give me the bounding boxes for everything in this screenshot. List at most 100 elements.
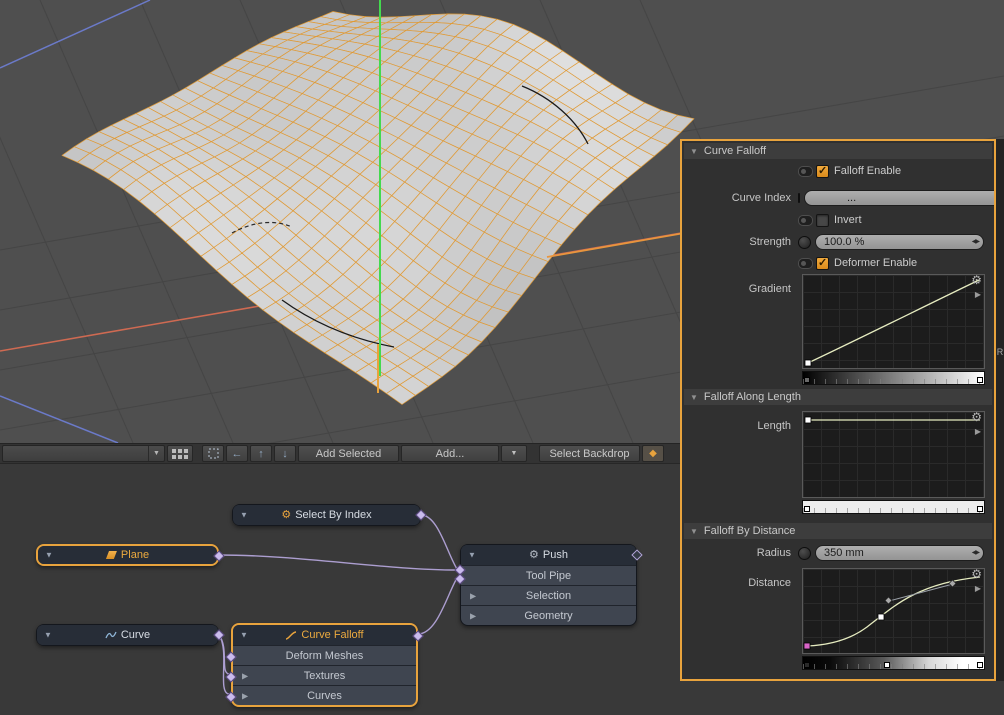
node-row-geometry[interactable]: ▶Geometry	[461, 605, 636, 625]
gear-icon[interactable]: ⚙	[971, 568, 982, 580]
collapse-triangle-icon[interactable]: ▼	[44, 631, 52, 640]
gradient-handle[interactable]	[977, 662, 983, 668]
channel-toggle[interactable]	[798, 258, 813, 269]
thumbnail-view-button[interactable]	[167, 445, 193, 462]
expand-arrow-icon[interactable]: ▶	[470, 611, 476, 620]
falloff-enable-checkbox[interactable]: ✓	[816, 165, 829, 178]
field-label: Radius	[686, 547, 798, 559]
gear-icon[interactable]: ⚙	[971, 411, 982, 423]
add-button[interactable]: Add...	[401, 445, 499, 462]
frame-selected-button[interactable]	[202, 445, 224, 462]
pin-schematic-button[interactable]: ◆	[642, 445, 664, 462]
row-label: Curves	[307, 690, 342, 702]
collapse-triangle-icon[interactable]: ▼	[240, 631, 248, 640]
length-preview-strip[interactable]	[802, 500, 985, 514]
gradient-curve[interactable]	[803, 275, 984, 368]
add-dropdown-button[interactable]: ▼	[501, 445, 527, 462]
distance-preview-strip[interactable]	[802, 656, 985, 670]
expand-arrow-icon[interactable]: ▶	[242, 671, 248, 680]
section-header-falloff-by-distance[interactable]: ▼ Falloff By Distance	[684, 523, 992, 539]
collapse-triangle-icon[interactable]: ▼	[45, 551, 53, 560]
add-selected-button[interactable]: Add Selected	[298, 445, 399, 462]
channel-knob[interactable]	[798, 547, 811, 560]
mini-slider-icon[interactable]: ◀▶	[972, 549, 979, 556]
gradient-handle[interactable]	[804, 506, 810, 512]
field-label: Length	[686, 411, 798, 432]
gradient-handle[interactable]	[977, 377, 983, 383]
field-label: Curve Index	[686, 192, 798, 204]
node-header[interactable]: ▼ Curve	[37, 625, 218, 645]
gradient-handle[interactable]	[804, 377, 810, 383]
field-label: Distance	[686, 568, 798, 589]
node-row-selection[interactable]: ▶Selection	[461, 585, 636, 605]
node-row-textures[interactable]: ▶ Textures	[233, 665, 416, 685]
node-header[interactable]: ▼ Plane	[38, 546, 217, 564]
node-row-curves[interactable]: ▶ Curves	[233, 685, 416, 705]
right-dock-strip[interactable]: R	[995, 139, 1004, 681]
collapse-triangle-icon: ▼	[690, 527, 698, 536]
length-curve-editor[interactable]: ⚙ ▶	[802, 411, 985, 498]
gear-icon: ⚙	[529, 550, 539, 561]
workspace-dropdown[interactable]: ▼	[2, 445, 165, 462]
channel-knob[interactable]	[798, 236, 811, 249]
gear-icon[interactable]: ⚙	[971, 274, 982, 286]
chevron-down-icon: ▼	[511, 450, 518, 457]
diamond-icon: ◆	[649, 448, 657, 459]
length-curve[interactable]	[803, 412, 984, 497]
row-strength: Strength ◀▶	[686, 233, 990, 251]
section-title: Falloff By Distance	[704, 525, 796, 537]
check-icon: ✓	[818, 164, 827, 177]
expand-arrow-icon[interactable]: ▶	[242, 691, 248, 700]
collapse-triangle-icon[interactable]: ▼	[468, 551, 476, 560]
down-button[interactable]: ↓	[274, 445, 296, 462]
node-row-tool-pipe[interactable]: Tool Pipe	[461, 565, 636, 585]
channel-toggle[interactable]	[798, 166, 813, 177]
row-label: Textures	[304, 670, 346, 682]
section-header-curve-falloff[interactable]: ▼ Curve Falloff	[684, 143, 992, 159]
row-label: Deform Meshes	[286, 650, 364, 662]
channel-toggle[interactable]	[798, 215, 813, 226]
add-selected-label: Add Selected	[316, 448, 381, 460]
gradient-handle[interactable]	[884, 662, 890, 668]
node-plane[interactable]: ▼ Plane	[36, 544, 219, 566]
expand-arrow-icon[interactable]: ▶	[470, 591, 476, 600]
row-length: Length ⚙ ▶	[686, 411, 990, 514]
gradient-handle[interactable]	[804, 662, 810, 668]
strength-field[interactable]	[815, 234, 984, 250]
gradient-preview-strip[interactable]	[802, 371, 985, 385]
node-header[interactable]: ▼ ⚙ Push	[461, 545, 636, 565]
node-curve[interactable]: ▼ Curve	[36, 624, 219, 646]
collapse-triangle-icon[interactable]: ▼	[240, 511, 248, 520]
node-row-deform-meshes[interactable]: Deform Meshes	[233, 645, 416, 665]
distance-curve-editor[interactable]: ⚙ ▶	[802, 568, 985, 654]
gradient-handle[interactable]	[977, 506, 983, 512]
radius-field[interactable]	[815, 545, 984, 561]
distance-curve[interactable]	[803, 569, 984, 653]
section-title: Curve Falloff	[704, 145, 766, 157]
row-gradient: Gradient ⚙ ▶	[686, 274, 990, 385]
collapse-triangle-icon: ▼	[690, 147, 698, 156]
down-arrow-icon: ↓	[282, 448, 288, 460]
invert-checkbox[interactable]	[816, 214, 829, 227]
node-title: Select By Index	[295, 509, 371, 521]
back-button[interactable]: ←	[226, 445, 248, 462]
node-select-by-index[interactable]: ▼ ⚙ Select By Index	[232, 504, 421, 526]
gradient-curve-editor[interactable]: ⚙ ▶	[802, 274, 985, 369]
section-header-falloff-along-length[interactable]: ▼ Falloff Along Length	[684, 389, 992, 405]
up-button[interactable]: ↑	[250, 445, 272, 462]
node-curve-falloff[interactable]: ▼ Curve Falloff Deform Meshes ▶Textures …	[231, 623, 418, 707]
node-header[interactable]: ▼ ⚙ Select By Index	[233, 505, 420, 525]
node-header[interactable]: ▼ Curve Falloff	[233, 625, 416, 645]
select-backdrop-button[interactable]: Select Backdrop	[539, 445, 640, 462]
channel-link-toggle[interactable]	[798, 193, 800, 203]
curve-index-field[interactable]	[804, 190, 996, 206]
node-push[interactable]: ▼ ⚙ Push Tool Pipe ▶Selection ▶Geometry	[460, 544, 637, 626]
dock-tab-label[interactable]: R	[996, 347, 1004, 357]
node-title: Curve	[121, 629, 150, 641]
grid-thumbnails-icon	[172, 449, 188, 459]
mini-slider-icon[interactable]: ◀▶	[972, 238, 979, 245]
expand-arrow-icon[interactable]: ▶	[975, 427, 981, 436]
deformer-enable-checkbox[interactable]: ✓	[816, 257, 829, 270]
expand-arrow-icon[interactable]: ▶	[975, 290, 981, 299]
expand-arrow-icon[interactable]: ▶	[975, 584, 981, 593]
